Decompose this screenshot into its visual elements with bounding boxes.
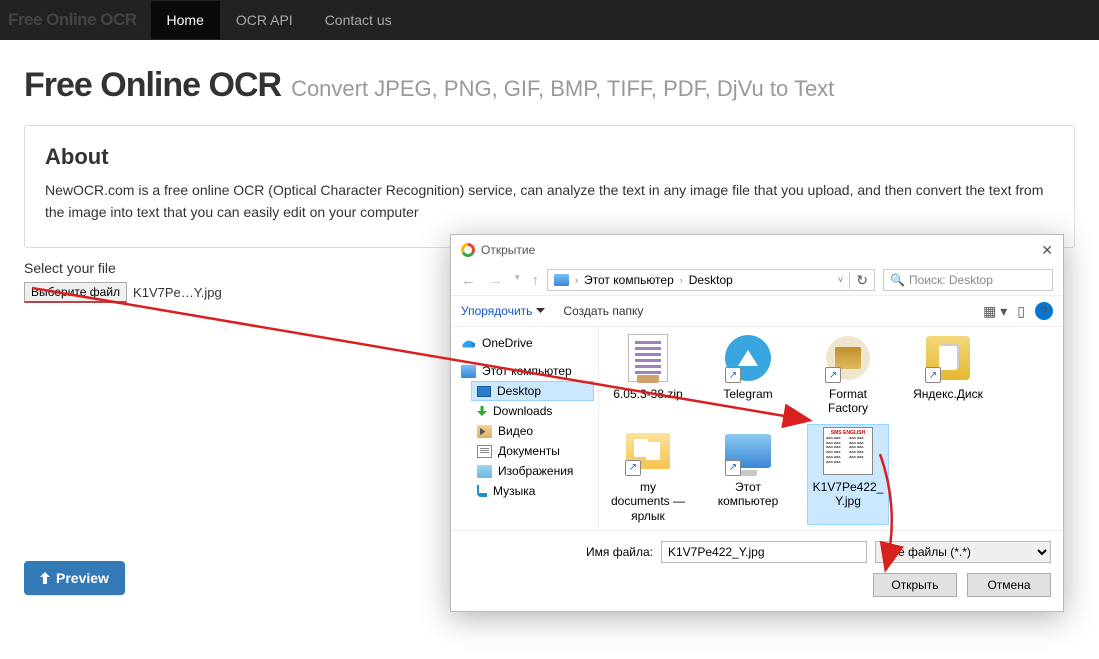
page-subtitle: Convert JPEG, PNG, GIF, BMP, TIFF, PDF, … <box>291 76 834 101</box>
tree-video[interactable]: Видео <box>471 421 594 441</box>
page-header: Free Online OCR Convert JPEG, PNG, GIF, … <box>24 66 1075 105</box>
chevron-down-icon <box>536 308 545 314</box>
about-heading: About <box>45 144 1054 170</box>
nav-brand: Free Online OCR <box>4 10 151 30</box>
tree-desktop[interactable]: Desktop <box>471 381 594 401</box>
file-item[interactable]: 6.05.3-38.zip <box>607 331 689 418</box>
view-mode-button[interactable]: ▦ ▾ <box>983 303 1007 320</box>
tree-pictures[interactable]: Изображения <box>471 461 594 481</box>
filename-label: Имя файла: <box>463 545 653 559</box>
nav-home[interactable]: Home <box>151 1 220 39</box>
file-item[interactable]: Format Factory <box>807 331 889 418</box>
new-folder-button[interactable]: Создать папку <box>563 304 643 318</box>
file-item[interactable]: Яндекс.Диск <box>907 331 989 418</box>
file-item[interactable]: Этот компьютер <box>707 424 789 525</box>
about-body: NewOCR.com is a free online OCR (Optical… <box>45 180 1054 223</box>
cancel-button[interactable]: Отмена <box>967 573 1051 597</box>
search-input[interactable]: 🔍 Поиск: Desktop <box>883 269 1053 291</box>
refresh-button[interactable]: ↻ <box>849 272 868 289</box>
preview-pane-button[interactable]: ▯ <box>1017 303 1025 320</box>
file-item-selected[interactable]: SMS ENGLISHaaa aaa aaa aaa aaa aaa aaa a… <box>807 424 889 525</box>
file-item[interactable]: my documents — ярлык <box>607 424 689 525</box>
nav-up-button[interactable]: ↑ <box>532 272 540 289</box>
top-navbar: Free Online OCR Home OCR API Contact us <box>0 0 1099 40</box>
tree-downloads[interactable]: Downloads <box>471 401 594 421</box>
file-type-filter[interactable]: Все файлы (*.*) <box>875 541 1051 563</box>
dialog-title: Открытие <box>481 243 535 257</box>
file-open-dialog: Открытие ✕ ← → ▾ ↑ › Этот компьютер › De… <box>450 234 1064 612</box>
open-button[interactable]: Открыть <box>873 573 957 597</box>
nav-contact[interactable]: Contact us <box>309 1 408 39</box>
path-breadcrumb[interactable]: › Этот компьютер › Desktop ˅ ↻ <box>547 269 875 291</box>
nav-recent-dropdown[interactable]: ▾ <box>515 272 520 289</box>
help-button[interactable]: ? <box>1035 302 1053 320</box>
file-item[interactable]: Telegram <box>707 331 789 418</box>
preview-button[interactable]: Preview <box>24 561 125 595</box>
upload-arrow-icon <box>40 572 50 584</box>
filename-input[interactable] <box>661 541 867 563</box>
file-grid[interactable]: 6.05.3-38.zip Telegram Format Factory Ян… <box>599 327 1063 530</box>
dialog-close-button[interactable]: ✕ <box>1041 242 1053 259</box>
tree-this-pc[interactable]: Этот компьютер <box>455 361 594 381</box>
chosen-file-name: K1V7Pe…Y.jpg <box>133 285 222 300</box>
pc-icon <box>554 274 569 286</box>
choose-file-button[interactable]: Выберите файл <box>24 282 127 303</box>
folder-tree[interactable]: OneDrive Этот компьютер Desktop Download… <box>451 327 599 530</box>
nav-ocr-api[interactable]: OCR API <box>220 1 309 39</box>
tree-documents[interactable]: Документы <box>471 441 594 461</box>
page-title: Free Online OCR <box>24 66 281 104</box>
tree-music[interactable]: Музыка <box>471 481 594 501</box>
tree-onedrive[interactable]: OneDrive <box>455 333 594 353</box>
about-panel: About NewOCR.com is a free online OCR (O… <box>24 125 1075 248</box>
nav-back-button[interactable]: ← <box>461 272 476 289</box>
nav-forward-button[interactable]: → <box>488 272 503 289</box>
chrome-icon <box>461 243 475 257</box>
organize-dropdown[interactable]: Упорядочить <box>461 304 545 318</box>
